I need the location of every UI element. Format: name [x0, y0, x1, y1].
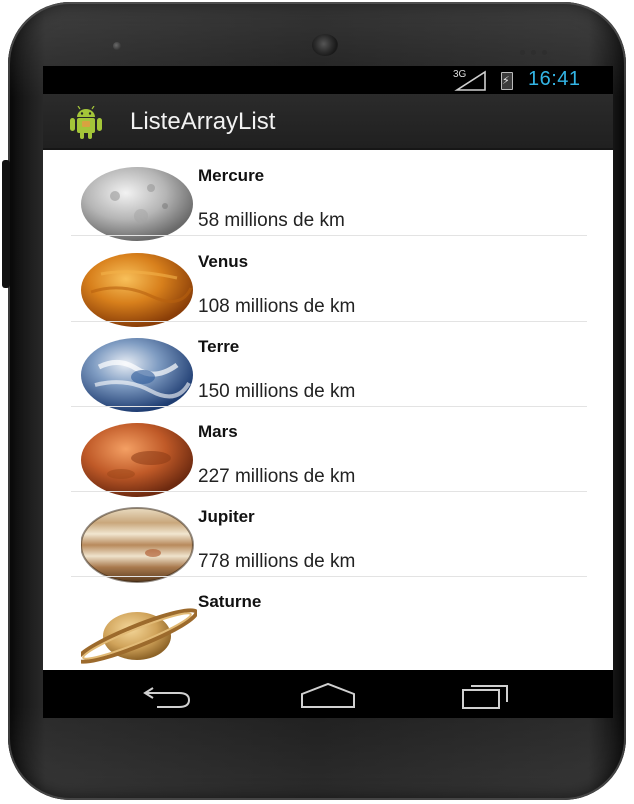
battery-icon: [501, 72, 513, 90]
front-camera: [312, 34, 338, 56]
planet-distance: 778 millions de km: [198, 551, 356, 572]
planet-name: Saturne: [198, 592, 262, 611]
status-time: 16:41: [528, 68, 581, 90]
signal-icon: 3G: [453, 69, 491, 92]
planet-distance: 108 millions de km: [198, 296, 356, 317]
app-title: ListeArrayList: [130, 108, 276, 135]
list-item-terre[interactable]: Terre 150 millions de km: [71, 321, 587, 412]
earth-image: [81, 338, 193, 412]
screen: 3G 16:41 ListeArrayList: [43, 66, 613, 670]
list-item-saturne[interactable]: Saturne: [71, 576, 587, 664]
status-bar: 3G 16:41: [43, 66, 613, 94]
planet-name: Terre: [198, 337, 240, 356]
list-item-mars[interactable]: Mars 227 millions de km: [71, 406, 587, 497]
planet-name: Mercure: [198, 166, 265, 185]
planet-distance: 227 millions de km: [198, 466, 356, 487]
list-item-jupiter[interactable]: Jupiter 778 millions de km: [71, 491, 587, 583]
list-item-mercure[interactable]: Mercure 58 millions de km: [71, 150, 587, 241]
venus-image: [81, 253, 193, 327]
volume-key: [2, 160, 10, 288]
list-item-venus[interactable]: Venus 108 millions de km: [71, 236, 587, 327]
planet-name: Mars: [198, 422, 238, 441]
planet-distance: 150 millions de km: [198, 381, 356, 402]
saturn-image: [81, 608, 197, 664]
navigation-bar: [43, 670, 613, 718]
home-icon[interactable]: [298, 680, 358, 710]
planet-distance: 58 millions de km: [198, 210, 345, 231]
earpiece: [113, 42, 121, 50]
recent-apps-icon[interactable]: [455, 680, 515, 710]
action-bar: ListeArrayList: [43, 94, 613, 150]
mercury-image: [81, 167, 193, 241]
planet-name: Venus: [198, 252, 249, 271]
back-icon[interactable]: [139, 680, 199, 710]
android-icon[interactable]: [69, 106, 103, 140]
jupiter-image: [81, 507, 194, 583]
proximity-sensors: [520, 42, 560, 55]
mars-image: [81, 423, 193, 497]
planet-name: Jupiter: [198, 507, 255, 526]
